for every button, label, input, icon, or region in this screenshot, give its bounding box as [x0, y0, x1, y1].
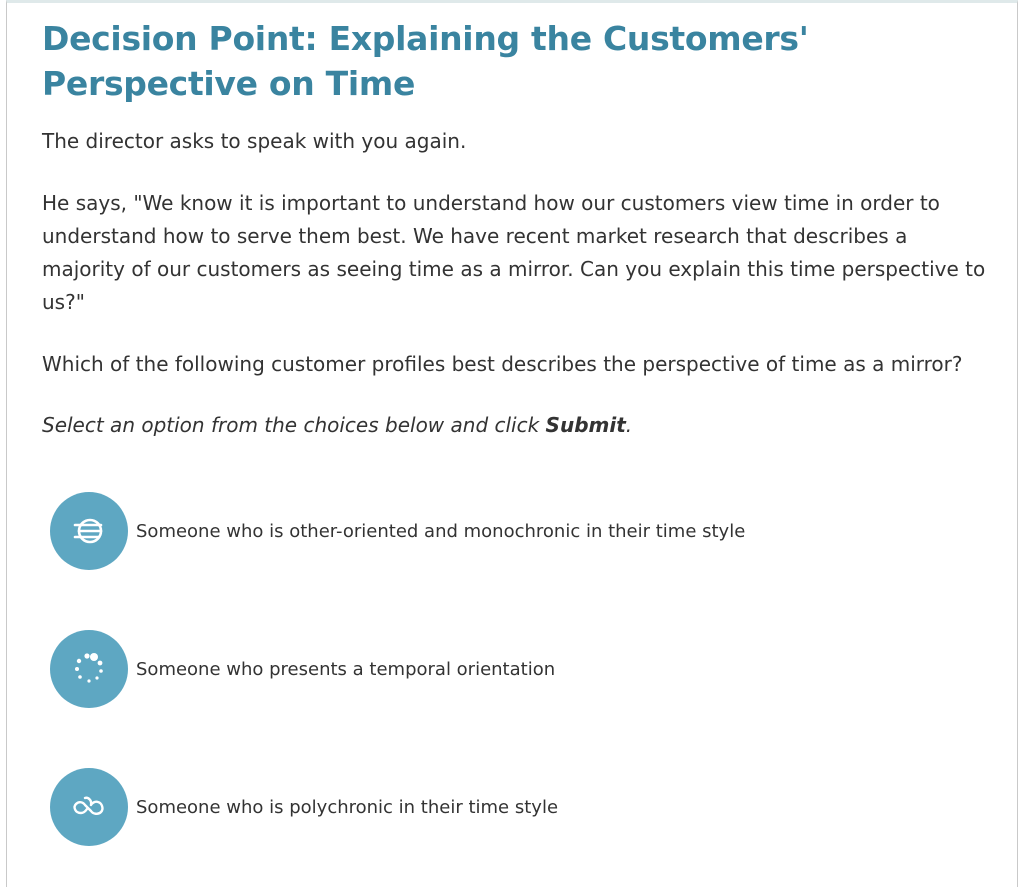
intro-text: The director asks to speak with you agai…	[42, 129, 467, 153]
content-frame: Decision Point: Explaining the Customers…	[6, 0, 1018, 887]
dotted-circle-icon	[50, 630, 128, 708]
instruction-submit-word: Submit	[545, 413, 626, 437]
choice-label: Someone who is other-oriented and monoch…	[136, 520, 746, 542]
instruction-text: Select an option from the choices below …	[42, 409, 987, 442]
striped-globe-icon	[50, 492, 128, 570]
choice-option-1[interactable]: Someone who is other-oriented and monoch…	[50, 492, 770, 570]
choice-option-3[interactable]: Someone who is polychronic in their time…	[50, 768, 770, 846]
choice-label: Someone who is polychronic in their time…	[136, 796, 559, 818]
instruction-prefix: Select an option from the choices below …	[42, 413, 546, 437]
question-text: Which of the following customer profiles…	[42, 352, 963, 376]
instruction-suffix: .	[625, 413, 633, 437]
infinity-cloud-icon	[50, 768, 128, 846]
choice-label: Someone who presents a temporal orientat…	[136, 658, 556, 680]
choice-option-2[interactable]: Someone who presents a temporal orientat…	[50, 630, 770, 708]
page-title: Decision Point: Explaining the Customers…	[42, 19, 809, 103]
director-quote: He says, "We know it is important to und…	[42, 191, 986, 314]
